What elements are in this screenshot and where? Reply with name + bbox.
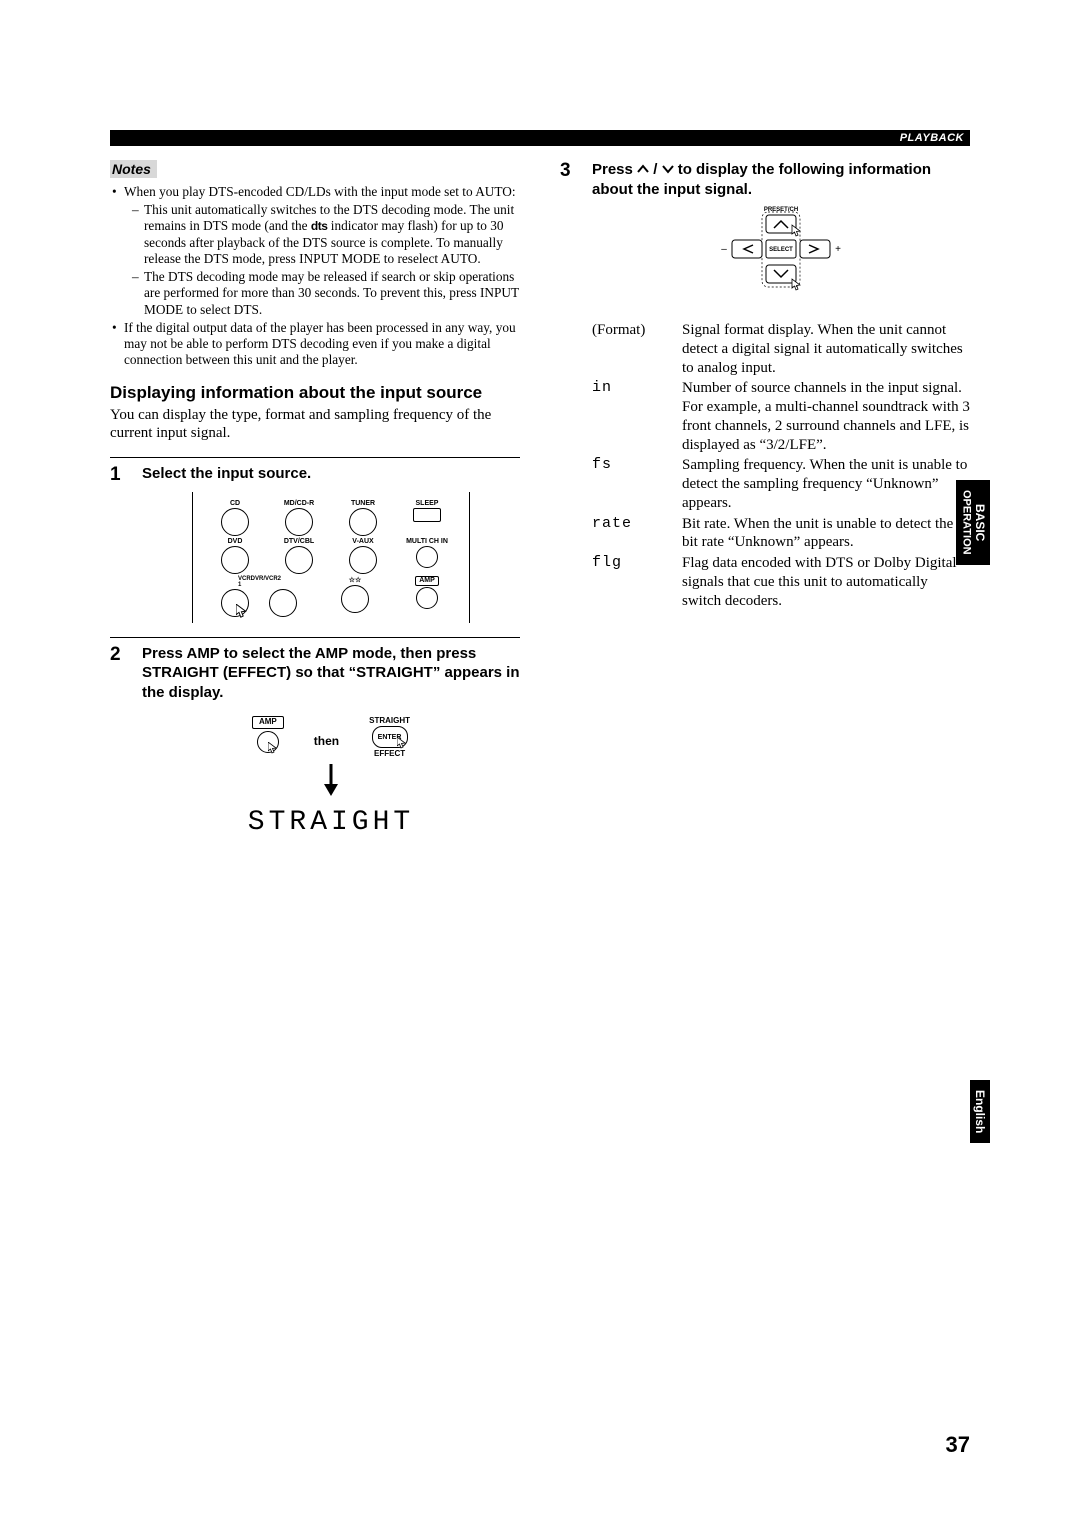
cursor-icon: [268, 742, 278, 754]
step-number: 1: [110, 464, 128, 623]
notes-sublist: This unit automatically switches to the …: [134, 202, 520, 318]
svg-text:SELECT: SELECT: [769, 247, 793, 253]
info-key: fs: [592, 456, 682, 512]
remote-btn-mdcdr: MD/CD-R: [275, 500, 323, 536]
info-value: Bit rate. When the unit is unable to det…: [682, 515, 970, 553]
table-row: rate Bit rate. When the unit is unable t…: [592, 515, 970, 553]
arrow-down-icon: [142, 764, 520, 801]
header-bar: PLAYBACK: [110, 130, 970, 146]
note-item: When you play DTS-encoded CD/LDs with th…: [124, 184, 520, 318]
note-subitem: The DTS decoding mode may be released if…: [144, 269, 520, 318]
step-number: 2: [110, 644, 128, 839]
remote-btn-dvd: DVD: [211, 538, 259, 574]
info-value: Number of source channels in the input s…: [682, 379, 970, 454]
step-2: 2 Press AMP to select the AMP mode, then…: [110, 644, 520, 839]
info-key: rate: [592, 515, 682, 553]
step-3: 3 Press / to display the following infor…: [560, 160, 970, 612]
info-key: in: [592, 379, 682, 454]
left-column: Notes When you play DTS-encoded CD/LDs w…: [110, 160, 520, 846]
side-tab-language: English: [970, 1080, 990, 1143]
remote-btn-sleep: SLEEP: [403, 500, 451, 536]
note-item: If the digital output data of the player…: [124, 320, 520, 369]
remote-btn-stars: ☆☆: [331, 576, 379, 617]
table-row: fs Sampling frequency. When the unit is …: [592, 456, 970, 512]
step-number: 3: [560, 160, 578, 612]
remote-btn-amp: AMP: [403, 576, 451, 617]
info-value: Signal format display. When the unit can…: [682, 321, 970, 377]
section-intro: You can display the type, format and sam…: [110, 406, 520, 444]
breadcrumb: PLAYBACK: [900, 132, 964, 144]
svg-text:–: –: [721, 244, 727, 255]
divider: [110, 457, 520, 458]
notes-heading: Notes: [110, 160, 157, 178]
table-row: (Format) Signal format display. When the…: [592, 321, 970, 377]
section-heading: Displaying information about the input s…: [110, 382, 520, 403]
remote-btn-vaux: V-AUX: [339, 538, 387, 574]
remote-btn-tuner: TUNER: [339, 500, 387, 536]
side-tab-operation: BASIC OPERATION: [956, 480, 990, 565]
cursor-icon: [397, 737, 407, 749]
remote-buttons-figure: CD MD/CD-R TUNER SLEEP DVD DTV/CBL V-AUX…: [192, 492, 470, 623]
remote-btn-cd: CD: [211, 500, 259, 536]
amp-then-figure: AMP then STRAIGHT ENTER: [142, 716, 520, 758]
dts-logo-text: dts: [311, 219, 328, 233]
remote-btn-multichin: MULTI CH IN: [403, 538, 451, 574]
straight-button-figure: STRAIGHT ENTER EFFECT: [369, 716, 410, 758]
remote-btn-dtvcbl: DTV/CBL: [275, 538, 323, 574]
manual-page: PLAYBACK Notes When you play DTS-encoded…: [0, 0, 1080, 1528]
info-key: flg: [592, 554, 682, 610]
right-column: 3 Press / to display the following infor…: [560, 160, 970, 846]
remote-btn-vcr-row: VCR 1DVR/VCR2: [211, 576, 307, 617]
notes-list: When you play DTS-encoded CD/LDs with th…: [110, 184, 520, 368]
step-heading: Press AMP to select the AMP mode, then p…: [142, 644, 520, 703]
table-row: in Number of source channels in the inpu…: [592, 379, 970, 454]
cursor-icon: [236, 604, 248, 618]
table-row: flg Flag data encoded with DTS or Dolby …: [592, 554, 970, 610]
content-columns: Notes When you play DTS-encoded CD/LDs w…: [110, 160, 970, 846]
chevron-down-icon: [662, 164, 674, 174]
svg-text:+: +: [835, 244, 841, 255]
then-label: then: [314, 734, 339, 748]
info-key: (Format): [592, 321, 682, 377]
info-value: Sampling frequency. When the unit is una…: [682, 456, 970, 512]
info-value: Flag data encoded with DTS or Dolby Digi…: [682, 554, 970, 610]
step-heading: Press / to display the following informa…: [592, 160, 970, 199]
amp-button-figure: AMP: [252, 716, 284, 752]
chevron-up-icon: [637, 164, 649, 174]
signal-info-table: (Format) Signal format display. When the…: [592, 321, 970, 610]
step-heading: Select the input source.: [142, 464, 520, 484]
display-readout: STRAIGHT: [142, 807, 520, 838]
step-1: 1 Select the input source. CD MD/CD-R TU…: [110, 464, 520, 623]
dpad-figure: PRESET/CH: [592, 203, 970, 303]
note-subitem: This unit automatically switches to the …: [144, 202, 520, 267]
page-number: 37: [946, 1432, 970, 1458]
divider: [110, 637, 520, 638]
